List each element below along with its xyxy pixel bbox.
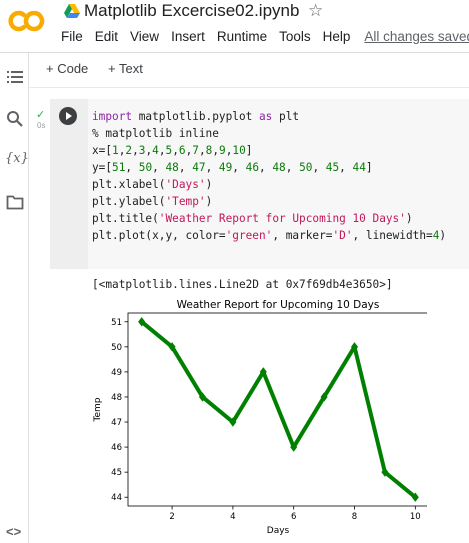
execution-success-icon: ✓ <box>36 109 46 121</box>
y-tick-label: 46 <box>111 443 122 453</box>
colab-logo[interactable] <box>8 9 48 33</box>
files-icon[interactable] <box>6 193 24 211</box>
menu-insert[interactable]: Insert <box>171 29 205 47</box>
y-tick-label: 47 <box>111 418 122 428</box>
x-tick-label: 4 <box>230 512 235 522</box>
sidebar-divider <box>28 53 29 543</box>
menu-runtime[interactable]: Runtime <box>217 29 267 47</box>
y-tick-label: 45 <box>111 468 122 478</box>
toolbar-divider <box>29 87 469 88</box>
add-text-button[interactable]: + Text <box>108 61 143 76</box>
menu-file[interactable]: File <box>61 29 83 47</box>
run-cell-button[interactable] <box>59 107 77 125</box>
variables-icon[interactable]: {x} <box>5 151 29 166</box>
line-chart: Weather Report for Upcoming 10 Days2 4 6 8 1… <box>93 299 427 536</box>
menu-bar: File Edit View Insert Runtime Tools Help… <box>61 29 469 47</box>
code-snippets-icon[interactable]: <> <box>6 524 21 539</box>
header-divider <box>0 52 469 53</box>
table-of-contents-icon[interactable] <box>6 68 24 86</box>
x-tick-label: 6 <box>291 512 296 522</box>
code-line: x=[1,2,3,4,5,6,7,8,9,10] <box>92 144 253 157</box>
code-line: plt.ylabel('Temp') <box>92 195 213 208</box>
code-line: % matplotlib inline <box>92 127 219 140</box>
y-tick-label: 50 <box>111 343 122 353</box>
notebook-title[interactable]: Matplotlib Excercise02.ipynb <box>84 1 299 21</box>
y-tick-label: 49 <box>111 368 122 378</box>
menu-help[interactable]: Help <box>323 29 351 47</box>
google-drive-icon[interactable] <box>64 4 80 18</box>
menu-tools[interactable]: Tools <box>279 29 311 47</box>
save-status-link[interactable]: All changes saved <box>364 29 469 47</box>
code-line: plt.xlabel('Days') <box>92 178 213 191</box>
execution-time: 0s <box>37 121 46 130</box>
chart-title: Weather Report for Upcoming 10 Days <box>177 299 380 311</box>
y-tick-label: 44 <box>111 493 122 503</box>
add-code-button[interactable]: + Code <box>46 61 88 76</box>
code-text[interactable]: import matplotlib.pyplot as plt % matplo… <box>92 108 446 244</box>
x-axis-label: Days <box>267 526 290 536</box>
star-icon[interactable]: ☆ <box>308 1 323 21</box>
x-tick-label: 10 <box>410 512 421 522</box>
code-line: y=[51, 50, 48, 47, 49, 46, 48, 50, 45, 4… <box>92 161 373 174</box>
search-icon[interactable] <box>6 110 24 128</box>
code-line: plt.title('Weather Report for Upcoming 1… <box>92 212 413 225</box>
series-line <box>139 319 418 500</box>
code-line: import matplotlib.pyplot as plt <box>92 110 300 123</box>
cell-output-text: [<matplotlib.lines.Line2D at 0x7f69db4e3… <box>92 278 393 291</box>
x-tick-label: 8 <box>352 512 357 522</box>
y-axis-label: Temp <box>93 397 103 422</box>
x-tick-label: 2 <box>169 512 174 522</box>
y-tick-label: 48 <box>111 393 122 403</box>
code-line: plt.plot(x,y, color='green', marker='D',… <box>92 229 447 242</box>
menu-view[interactable]: View <box>130 29 159 47</box>
play-icon <box>66 112 72 120</box>
menu-edit[interactable]: Edit <box>95 29 118 47</box>
y-tick-label: 51 <box>111 318 122 328</box>
